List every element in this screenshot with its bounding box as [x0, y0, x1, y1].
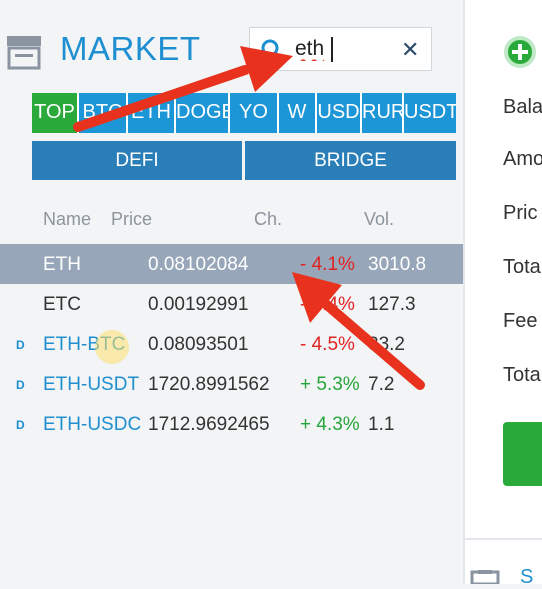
tab-w[interactable]: W — [279, 93, 317, 133]
tab-usd[interactable]: USD — [317, 93, 362, 133]
pair-price: 1712.9692465 — [148, 414, 270, 435]
click-highlight — [95, 330, 129, 364]
order-panel — [465, 0, 542, 584]
text-caret — [331, 37, 333, 62]
pair-price: 0.00192991 — [148, 294, 249, 315]
table-row[interactable]: D ETH-USDC 1712.9692465 + 4.3% 1.1 — [0, 404, 463, 444]
table-row[interactable]: D ETH-USDT 1720.8991562 + 5.3% 7.2 — [0, 364, 463, 404]
price-label: Pric — [503, 202, 538, 224]
defi-badge: D — [16, 378, 25, 392]
total-with-fee-label: Tota — [503, 364, 541, 386]
market-store-icon — [7, 36, 41, 70]
tab-defi[interactable]: DEFI — [32, 141, 242, 180]
pair-change: - 4.1% — [300, 254, 355, 275]
pair-price: 0.08102084 — [148, 254, 249, 275]
pair-change: + 4.3% — [300, 414, 360, 435]
table-row[interactable]: ETC 0.00192991 - 3.4% 127.3 — [0, 284, 463, 324]
search-input[interactable] — [295, 34, 395, 64]
column-header-volume[interactable]: Vol. — [364, 209, 394, 230]
search-icon — [261, 39, 283, 61]
pair-price: 0.08093501 — [148, 334, 249, 355]
tab-eth[interactable]: ETH — [128, 93, 176, 133]
tab-rur[interactable]: RUR — [362, 93, 404, 133]
close-icon[interactable]: ✕ — [401, 39, 419, 61]
table-row[interactable]: D ETH-BTC 0.08093501 - 4.5% 33.2 — [0, 324, 463, 364]
defi-badge: D — [16, 418, 25, 432]
tab-bridge[interactable]: BRIDGE — [245, 141, 456, 180]
total-label: Tota — [503, 256, 541, 278]
amount-label: Amo — [503, 148, 542, 170]
pair-volume: 7.2 — [368, 374, 395, 395]
tab-top[interactable]: TOP — [32, 93, 79, 133]
pair-volume: 3010.8 — [368, 254, 427, 275]
section-divider — [465, 538, 542, 540]
pair-volume: 33.2 — [368, 334, 405, 355]
pair-change: + 5.3% — [300, 374, 360, 395]
pair-name: ETH — [43, 254, 81, 275]
table-row[interactable]: ETH 0.08102084 - 4.1% 3010.8 — [0, 244, 463, 284]
column-header-name[interactable]: Name — [43, 209, 91, 230]
fee-label: Fee — [503, 310, 538, 332]
pair-volume: 127.3 — [368, 294, 416, 315]
page-title: MARKET — [60, 30, 201, 67]
column-header-change[interactable]: Ch. — [254, 209, 282, 230]
tab-doge[interactable]: DOGE — [176, 93, 230, 133]
pair-change: - 3.4% — [300, 294, 355, 315]
wallet-icon — [470, 570, 500, 584]
pair-price: 1720.8991562 — [148, 374, 270, 395]
pair-name: ETC — [43, 294, 81, 315]
defi-badge: D — [16, 338, 25, 352]
tab-btc[interactable]: BTC — [79, 93, 128, 133]
pair-name: ETH-USDT — [43, 374, 140, 395]
search-box[interactable]: ✕ — [249, 27, 432, 71]
buy-button[interactable] — [503, 422, 542, 486]
column-header-price[interactable]: Price — [111, 209, 152, 230]
pair-volume: 1.1 — [368, 414, 395, 435]
pair-change: - 4.5% — [300, 334, 355, 355]
tab-yo[interactable]: YO — [230, 93, 279, 133]
add-circle-icon[interactable] — [503, 35, 537, 69]
pair-name: ETH-USDC — [43, 414, 142, 435]
section-title: S — [520, 566, 534, 588]
tab-usdt[interactable]: USDT — [404, 93, 456, 133]
market-panel: MARKET ✕ TOP BTC ETH DOGE YO W USD RUR U… — [0, 0, 463, 584]
balance-label: Bala — [503, 96, 542, 118]
